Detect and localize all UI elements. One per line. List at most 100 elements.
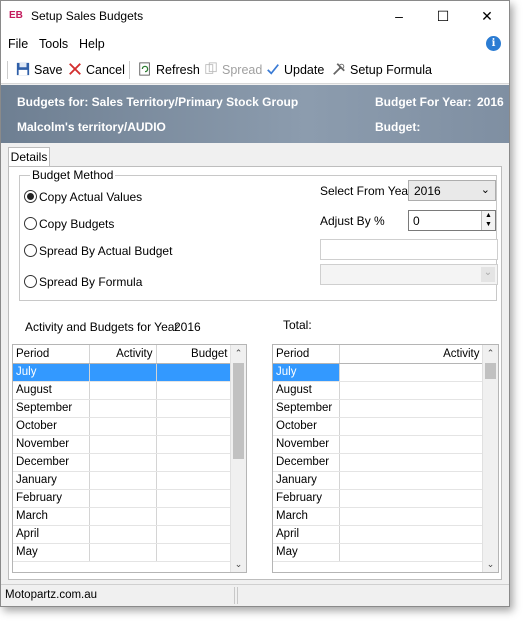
scroll-thumb[interactable] [485, 363, 496, 379]
period-cell[interactable]: March [273, 507, 340, 526]
table-row[interactable]: March [13, 507, 232, 526]
column-header-activity[interactable]: Activity [89, 345, 157, 364]
cancel-button[interactable]: Cancel [67, 62, 125, 78]
table-row[interactable]: December [273, 453, 484, 472]
activity-cell[interactable] [89, 507, 157, 526]
update-button[interactable]: Update [265, 62, 324, 78]
save-button[interactable]: Save [15, 62, 63, 78]
column-header-period[interactable]: Period [273, 345, 340, 364]
budget-cell[interactable] [156, 453, 232, 472]
period-cell[interactable]: July [13, 363, 90, 382]
table-row[interactable]: September [13, 399, 232, 418]
total-activity-grid[interactable]: Period Activity July August September Oc… [272, 344, 499, 573]
budget-cell[interactable] [156, 363, 232, 382]
maximize-button[interactable]: ☐ [421, 1, 465, 32]
table-row[interactable]: February [273, 489, 484, 508]
radio-copy-budgets[interactable]: Copy Budgets [24, 217, 114, 231]
activity-cell[interactable] [89, 543, 157, 562]
period-cell[interactable]: March [13, 507, 90, 526]
budget-cell[interactable] [156, 525, 232, 544]
column-header-budget[interactable]: Budget [156, 345, 232, 364]
formula-dropdown[interactable]: ⌄ [320, 264, 498, 285]
activity-cell[interactable] [339, 363, 484, 382]
select-from-year-dropdown[interactable]: 2016 ⌄ [408, 180, 496, 201]
table-row[interactable]: July [273, 363, 484, 382]
menu-tools[interactable]: Tools [39, 37, 68, 51]
period-cell[interactable]: November [273, 435, 340, 454]
period-cell[interactable]: September [273, 399, 340, 418]
right-grid-scrollbar[interactable]: ⌃ ⌄ [482, 345, 498, 572]
table-row[interactable]: January [13, 471, 232, 490]
activity-cell[interactable] [89, 471, 157, 490]
activity-cell[interactable] [339, 525, 484, 544]
radio-spread-by-formula[interactable]: Spread By Formula [24, 275, 142, 289]
table-row[interactable]: August [273, 381, 484, 400]
activity-cell[interactable] [339, 507, 484, 526]
period-cell[interactable]: May [273, 543, 340, 562]
scroll-down-icon[interactable]: ⌄ [483, 556, 498, 572]
activity-cell[interactable] [89, 453, 157, 472]
refresh-button[interactable]: Refresh [137, 62, 200, 78]
scroll-thumb[interactable] [233, 363, 244, 459]
activity-cell[interactable] [339, 381, 484, 400]
budget-cell[interactable] [156, 381, 232, 400]
spin-buttons[interactable]: ▲ ▼ [481, 211, 495, 230]
table-row[interactable]: May [273, 543, 484, 562]
activity-cell[interactable] [339, 489, 484, 508]
close-button[interactable]: ✕ [465, 1, 509, 32]
period-cell[interactable]: October [273, 417, 340, 436]
budget-cell[interactable] [156, 543, 232, 562]
period-cell[interactable]: August [13, 381, 90, 400]
period-cell[interactable]: October [13, 417, 90, 436]
budget-cell[interactable] [156, 435, 232, 454]
left-grid-scrollbar[interactable]: ⌃ ⌄ [230, 345, 246, 572]
period-cell[interactable]: April [273, 525, 340, 544]
table-row[interactable]: December [13, 453, 232, 472]
period-cell[interactable]: April [13, 525, 90, 544]
budget-cell[interactable] [156, 507, 232, 526]
menu-help[interactable]: Help [79, 37, 105, 51]
table-row[interactable]: February [13, 489, 232, 508]
table-row[interactable]: January [273, 471, 484, 490]
budget-cell[interactable] [156, 417, 232, 436]
column-header-period[interactable]: Period [13, 345, 90, 364]
table-row[interactable]: April [273, 525, 484, 544]
activity-cell[interactable] [339, 435, 484, 454]
table-row[interactable]: May [13, 543, 232, 562]
activity-budget-grid[interactable]: Period Activity Budget July August Septe… [12, 344, 247, 573]
radio-spread-by-actual-budget[interactable]: Spread By Actual Budget [24, 244, 172, 258]
scroll-up-icon[interactable]: ⌃ [231, 345, 246, 361]
activity-cell[interactable] [89, 489, 157, 508]
activity-cell[interactable] [89, 417, 157, 436]
activity-cell[interactable] [339, 543, 484, 562]
period-cell[interactable]: November [13, 435, 90, 454]
period-cell[interactable]: December [273, 453, 340, 472]
period-cell[interactable]: September [13, 399, 90, 418]
period-cell[interactable]: February [273, 489, 340, 508]
spread-budget-field[interactable] [320, 239, 498, 260]
scroll-down-icon[interactable]: ⌄ [231, 556, 246, 572]
activity-cell[interactable] [339, 399, 484, 418]
activity-cell[interactable] [89, 381, 157, 400]
scroll-up-icon[interactable]: ⌃ [483, 345, 498, 361]
period-cell[interactable]: January [13, 471, 90, 490]
table-row[interactable]: November [13, 435, 232, 454]
table-row[interactable]: October [13, 417, 232, 436]
period-cell[interactable]: January [273, 471, 340, 490]
table-row[interactable]: August [13, 381, 232, 400]
period-cell[interactable]: July [273, 363, 340, 382]
activity-cell[interactable] [89, 435, 157, 454]
activity-cell[interactable] [339, 471, 484, 490]
budget-cell[interactable] [156, 489, 232, 508]
setup-formula-button[interactable]: Setup Formula [331, 62, 432, 78]
adjust-by-input[interactable]: 0 ▲ ▼ [408, 210, 496, 231]
activity-cell[interactable] [89, 363, 157, 382]
period-cell[interactable]: December [13, 453, 90, 472]
period-cell[interactable]: February [13, 489, 90, 508]
table-row[interactable]: July [13, 363, 232, 382]
activity-cell[interactable] [89, 399, 157, 418]
budget-cell[interactable] [156, 399, 232, 418]
minimize-button[interactable]: – [377, 1, 421, 32]
menu-file[interactable]: File [8, 37, 28, 51]
budget-cell[interactable] [156, 471, 232, 490]
